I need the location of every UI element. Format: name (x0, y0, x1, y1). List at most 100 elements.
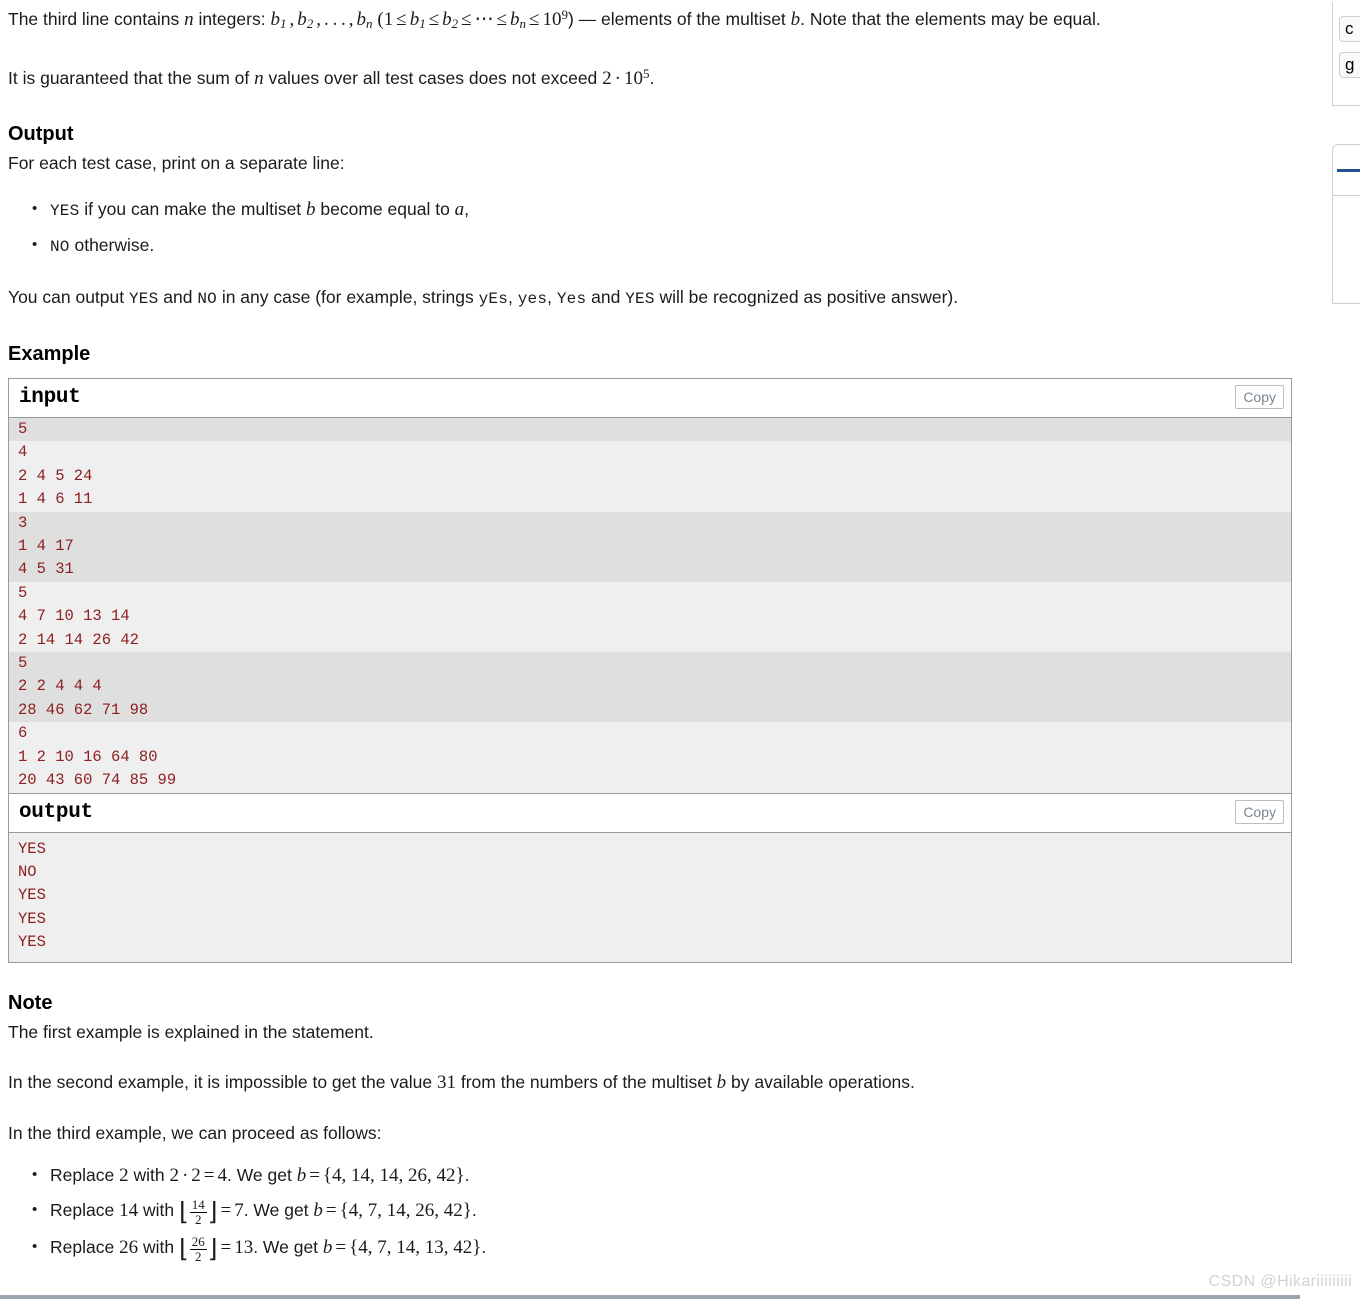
step-equals: = (220, 1199, 232, 1221)
note-steps-list: Replace 2 with 2·2=4. We get b={4, 14, 1… (8, 1158, 1292, 1267)
var-n-2: n (254, 68, 264, 89)
step-var: b (313, 1199, 323, 1221)
any-case-c1: YES (129, 290, 159, 308)
list-item: Replace 2 with 2·2=4. We get b={4, 14, 1… (32, 1158, 1292, 1193)
step-result: 4 (217, 1164, 227, 1186)
bullet-1-after: otherwise. (69, 235, 155, 255)
output-sample-header: output Copy (9, 793, 1291, 833)
sample-line: 2 14 14 26 42 (18, 630, 139, 649)
sample-line: 4 (18, 443, 28, 462)
third-line-mid: integers: (193, 9, 271, 29)
constraint-open: (1 (377, 9, 394, 30)
bullet-0-var2: a (454, 199, 465, 220)
step-result: 13 (234, 1236, 254, 1258)
side-rail: c g (1332, 0, 1360, 1299)
any-case-c3: yEs (478, 290, 508, 308)
step-get: . We get (243, 1199, 314, 1220)
sample-line: 2 4 5 24 (18, 466, 93, 485)
note-first: The first example is explained in the st… (8, 1021, 374, 1042)
any-case-p3: in any case (for example, strings (216, 287, 479, 307)
step-result: 7 (234, 1199, 244, 1221)
step-with: with (138, 1199, 179, 1220)
sample-line: 4 5 31 (18, 560, 74, 579)
problem-statement-page: The third line contains n integers: b1, b… (0, 0, 1300, 1299)
step-get: . We get (253, 1236, 323, 1257)
guarantee-period: . (649, 68, 655, 88)
any-case-c6: YES (625, 290, 655, 308)
step-eq2: = (335, 1236, 347, 1258)
copy-input-button[interactable]: Copy (1235, 385, 1284, 409)
sample-line: YES (18, 886, 46, 905)
copy-output-button[interactable]: Copy (1235, 799, 1284, 824)
step-equals: = (203, 1164, 215, 1186)
third-line-paragraph: The third line contains n integers: b1, b… (8, 7, 1101, 31)
b-sequence: b1, b2,. . ., bn (270, 9, 373, 31)
page-bottom-edge (0, 1295, 1300, 1299)
third-line-lead: The third line contains (8, 9, 185, 29)
sample-line: 4 7 10 13 14 (18, 607, 130, 626)
input-sample-body: 5 4 2 4 5 24 1 4 6 11 3 1 4 17 4 5 31 5 4 7 10 1… (9, 418, 1291, 793)
sample-line: 6 (18, 724, 28, 743)
third-line-tail2: . Note that the elements may be equal. (800, 9, 1101, 29)
tag-chip[interactable]: c (1339, 16, 1360, 42)
note-second-num: 31 (437, 1071, 456, 1093)
test-case-group: 5 2 2 4 4 4 28 46 62 71 98 (9, 652, 1291, 723)
sample-line: 1 4 6 11 (18, 490, 93, 509)
any-case-p5: , (547, 287, 557, 307)
step-lead: Replace (50, 1164, 120, 1185)
bullet-0-after: if you can make the multiset (79, 199, 307, 219)
sample-line: NO (18, 862, 37, 881)
example-heading: Example (8, 343, 91, 365)
test-case-group: 3 1 4 17 4 5 31 (9, 511, 1291, 582)
sample-line: YES (18, 933, 46, 952)
sample-line: 2 2 4 4 4 (18, 677, 102, 696)
bullet-0-mid: become equal to (315, 199, 455, 219)
statement-content: The third line contains n integers: b1, b… (0, 0, 1300, 1267)
input-sample-header: input Copy (9, 379, 1291, 418)
step-period: . (464, 1164, 470, 1185)
sample-tests: input Copy 5 4 2 4 5 24 1 4 6 11 3 1 4 17 4 5 … (8, 378, 1292, 963)
step-set: {4, 7, 14, 13, 42} (349, 1236, 482, 1258)
test-case-group: 6 1 2 10 16 64 80 20 43 60 74 85 99 (9, 722, 1291, 792)
output-intro: For each test case, print on a separate … (8, 153, 345, 173)
secondary-panel-header (1333, 145, 1360, 196)
step-eq2: = (309, 1164, 320, 1186)
input-title: input (19, 386, 81, 409)
output-title: output (19, 800, 93, 824)
test-case-group: 5 (9, 418, 1291, 442)
guarantee-prefix: It is guaranteed that the sum of (8, 68, 255, 88)
output-sample-box: output Copy YES NO YES YES YES (8, 792, 1292, 963)
yes-token: YES (50, 202, 80, 220)
third-line-tail: ) — elements of the multiset (567, 9, 791, 29)
note-second-p3: by available operations. (726, 1071, 915, 1092)
list-item: YES if you can make the multiset b becom… (32, 192, 1292, 228)
any-case-p6: and (586, 287, 626, 307)
var-n-1: n (184, 9, 194, 30)
note-second-var: b (716, 1071, 727, 1093)
tag-chip[interactable]: g (1339, 52, 1360, 78)
sample-line: 1 4 17 (18, 537, 74, 556)
step-equals: = (220, 1236, 232, 1258)
no-token: NO (50, 238, 70, 256)
any-case-p4: , (508, 287, 518, 307)
note-second: In the second example, it is impossible … (8, 1067, 1292, 1098)
step-period: . (471, 1199, 477, 1220)
step-set: {4, 14, 14, 26, 42} (322, 1164, 465, 1186)
bullet-0-var1: b (306, 199, 316, 220)
step-period: . (481, 1236, 487, 1257)
any-case-c4: yes (517, 290, 548, 308)
step-expression: 2 · 2 (169, 1164, 201, 1186)
secondary-panel (1332, 144, 1360, 304)
guarantee-paragraph: It is guaranteed that the sum of n value… (8, 59, 1292, 94)
list-item: NO otherwise. (32, 228, 1292, 264)
test-case-group: 5 4 7 10 13 14 2 14 14 26 42 (9, 582, 1291, 652)
note-third-intro: In the third example, we can proceed as … (8, 1122, 382, 1143)
tags-panel: c g (1332, 2, 1360, 106)
sample-line: 20 43 60 74 85 99 (18, 771, 177, 790)
list-item: Replace 26 with ⌊262⌋=13. We get b={4, 7… (32, 1230, 1292, 1267)
step-with: with (138, 1236, 179, 1257)
any-case-paragraph: You can output YES and NO in any case (f… (8, 282, 1292, 314)
note-heading: Note (8, 991, 53, 1014)
var-b-1: b (790, 9, 801, 30)
output-sample-body: YES NO YES YES YES (9, 832, 1291, 962)
